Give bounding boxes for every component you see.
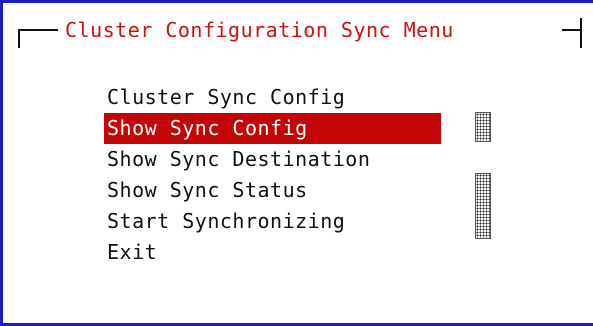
frame-right-tick — [580, 18, 582, 48]
menu-item-cluster-sync-config[interactable]: Cluster Sync Config — [104, 82, 441, 113]
scroll-indicator-bottom-icon — [475, 173, 491, 239]
dialog-title: Cluster Configuration Sync Menu — [59, 18, 460, 42]
frame-left-tick — [18, 29, 20, 48]
menu-item-exit[interactable]: Exit — [104, 237, 441, 268]
window-edge-left — [0, 0, 3, 326]
menu-item-show-sync-destination[interactable]: Show Sync Destination — [104, 144, 441, 175]
frame-top-right — [562, 29, 582, 31]
menu-item-show-sync-config[interactable]: Show Sync Config — [104, 113, 441, 144]
terminal-screen: Cluster Configuration Sync Menu Cluster … — [0, 0, 593, 326]
scroll-indicator-top-icon — [475, 112, 491, 142]
menu-item-show-sync-status[interactable]: Show Sync Status — [104, 175, 441, 206]
sync-menu: Cluster Sync Config Show Sync Config Sho… — [104, 82, 441, 268]
window-edge-top — [0, 0, 593, 3]
menu-item-start-synchronizing[interactable]: Start Synchronizing — [104, 206, 441, 237]
frame-top-left — [18, 29, 58, 31]
